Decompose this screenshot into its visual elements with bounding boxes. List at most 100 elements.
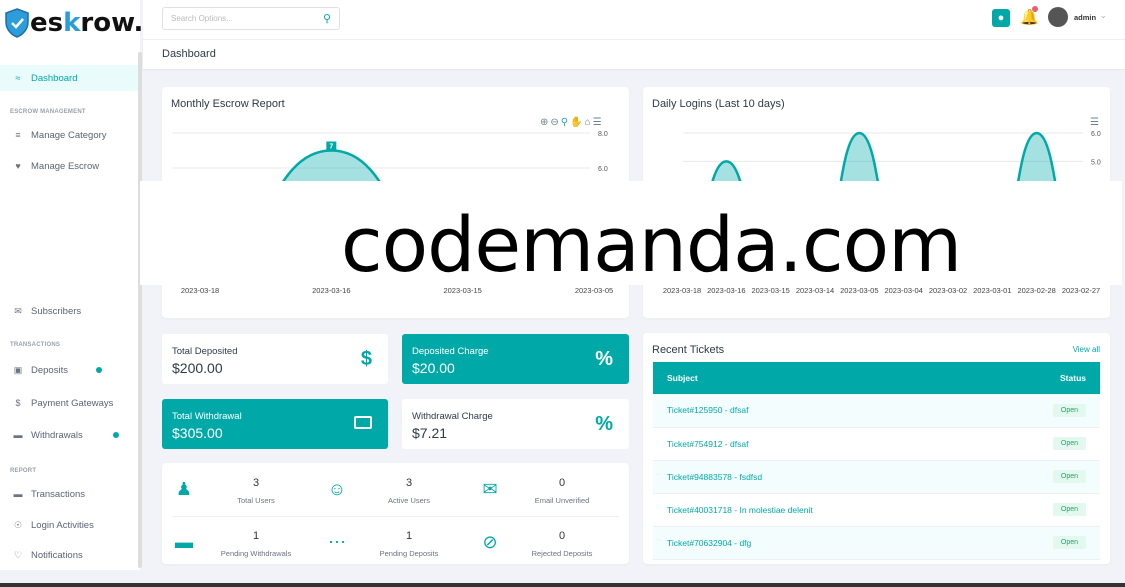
count-pending-withdrawals: ▬ 1 Pending Withdrawals — [175, 518, 334, 568]
stat-total-withdrawal: Total Withdrawal $305.00 — [162, 399, 388, 449]
ticket-subject[interactable]: Ticket#754912 - dfsaf — [653, 427, 977, 461]
sidebar-section-label: TRANSACTIONS — [10, 342, 61, 348]
card-icon: ▬ — [13, 430, 23, 440]
stat-value: $7.21 — [412, 425, 448, 441]
divider — [172, 516, 619, 517]
chevron-down-icon[interactable]: ⌄ — [1100, 11, 1107, 20]
stat-deposited-charge: Deposited Charge $20.00% — [402, 334, 629, 384]
status-badge: Open — [1052, 470, 1086, 483]
table-row[interactable]: Ticket#94883578 - fsdfsd Open — [653, 460, 1100, 494]
user-name[interactable]: admin — [1074, 13, 1096, 22]
table-row[interactable]: Ticket#40031718 - In molestiae delenit Op… — [653, 493, 1100, 527]
sidebar-item-label: Manage Escrow — [31, 160, 100, 172]
x-tick-label: 2023-02-27 — [1062, 286, 1100, 295]
shield-check-icon — [5, 8, 29, 38]
hand-dollar-icon: $ — [360, 348, 372, 370]
sidebar-item-transactions[interactable]: ▬ Transactions — [0, 481, 138, 507]
sidebar: es k row. ≈ Dashboard ESCROW MANAGEMENT ≡ Mana… — [0, 0, 143, 570]
avatar[interactable] — [1048, 7, 1068, 27]
sidebar-section-label: REPORT — [10, 468, 37, 474]
sidebar-item-subscribers[interactable]: ✉ Subscribers — [0, 298, 138, 324]
count-label: Pending Withdrawals — [220, 549, 292, 558]
count-pending-deposits: ⋯ 1 Pending Deposits — [328, 518, 487, 568]
sidebar-item-label: Dashboard — [31, 72, 78, 84]
count-label: Rejected Deposits — [531, 549, 593, 558]
x-tick-label: 2023-03-01 — [973, 286, 1011, 295]
ticket-subject[interactable]: Ticket#94883578 - fsdfsd — [653, 460, 977, 494]
percent-icon: % — [595, 348, 613, 370]
card-icon: ▬ — [13, 489, 23, 499]
table-row[interactable]: Ticket#125950 - dfsaf Open — [653, 394, 1100, 428]
sidebar-item-withdrawals[interactable]: ▬ Withdrawals — [0, 422, 138, 448]
sidebar-item-dashboard[interactable]: ≈ Dashboard — [0, 65, 138, 91]
count-value: 3 — [405, 477, 413, 489]
sidebar-item-deposits[interactable]: ▣ Deposits — [0, 357, 138, 383]
stat-label: Withdrawal Charge — [412, 411, 493, 422]
mail-icon: ✉ — [14, 305, 22, 316]
sidebar-item-label: Subscribers — [31, 305, 82, 317]
y-tick-label: 6.0 — [1091, 131, 1101, 138]
count-value: 3 — [252, 477, 260, 489]
table-row[interactable]: Ticket#754912 - dfsaf Open — [653, 427, 1100, 461]
count-value: 1 — [405, 530, 413, 542]
ticket-status-cell: Open — [976, 460, 1100, 494]
x-tick-label: 2023-03-18 — [181, 286, 219, 295]
table-row[interactable]: Ticket#70632904 - dfg Open — [653, 526, 1100, 560]
globe-icon[interactable]: ● — [992, 9, 1010, 27]
sidebar-item-label: Withdrawals — [31, 429, 83, 441]
stat-label: Deposited Charge — [412, 346, 489, 357]
count-email-unverified: ✉ 0 Email Unverified — [482, 465, 640, 515]
search-input[interactable]: Search Options... ⚲ — [162, 7, 340, 30]
status-dot — [113, 432, 119, 438]
count-rejected-deposits: ⊘ 0 Rejected Deposits — [482, 518, 640, 568]
wallet-icon: ▣ — [13, 364, 23, 375]
sidebar-item-payment-gateways[interactable]: $ Payment Gateways — [0, 390, 138, 416]
col-status: Status — [976, 362, 1100, 394]
sidebar-item-manage-escrow[interactable]: ♥ Manage Escrow — [0, 153, 138, 179]
sidebar-scrollbar[interactable] — [138, 52, 142, 568]
status-badge: Open — [1052, 503, 1086, 516]
topbar: Search Options... ⚲ ● 🔔 admin ⌄ — [143, 0, 1125, 40]
sidebar-item-manage-category[interactable]: ≡ Manage Category — [0, 122, 138, 148]
list-icon: ≡ — [15, 130, 21, 140]
login-icon: ☉ — [13, 519, 23, 530]
status-badge: Open — [1052, 437, 1086, 450]
brand-pre: es — [30, 8, 64, 38]
status-dot — [96, 367, 102, 373]
logo[interactable]: es k row. — [4, 8, 143, 38]
sidebar-item-label: Payment Gateways — [31, 397, 114, 409]
col-subject: Subject — [653, 362, 977, 394]
stat-value: $305.00 — [172, 425, 223, 441]
search-icon[interactable]: ⚲ — [323, 12, 331, 25]
sidebar-item-label: Deposits — [31, 364, 68, 376]
data-label: 7 — [329, 144, 333, 151]
stat-total-deposited: Total Deposited $200.00 $ — [162, 334, 388, 384]
brand-mid: k — [63, 8, 81, 38]
ticket-subject[interactable]: Ticket#125950 - dfsaf — [653, 394, 977, 428]
ticket-subject[interactable]: Ticket#40031718 - In molestiae delenit — [653, 493, 977, 527]
search-placeholder: Search Options... — [171, 14, 233, 23]
watermark: codemanda.com — [140, 181, 1122, 289]
count-label: Total Users — [237, 496, 275, 505]
count-active-users: ☺ 3 Active Users — [328, 465, 487, 515]
sidebar-item-label: Manage Category — [31, 129, 107, 141]
sidebar-item-notifications[interactable]: ♡ Notifications — [0, 542, 138, 568]
y-tick-label: 5.0 — [1091, 159, 1101, 166]
count-label: Active Users — [387, 496, 431, 505]
user-counts-card: ♟ 3 Total Users ☺ 3 Active Users ✉ 0 Email Unver… — [162, 463, 629, 564]
sidebar-item-login-activities[interactable]: ☉ Login Activities — [0, 512, 138, 538]
stat-value: $20.00 — [412, 360, 455, 376]
ticket-subject[interactable]: Ticket#70632904 - dfg — [653, 526, 977, 560]
brand-post: row. — [80, 8, 144, 38]
ticket-status-cell: Open — [976, 493, 1100, 527]
count-label: Pending Deposits — [379, 549, 439, 558]
x-tick-label: 2023-02-28 — [1017, 286, 1055, 295]
y-tick-label: 6.0 — [598, 166, 608, 173]
ticket-status-cell: Open — [976, 394, 1100, 428]
page-title: Dashboard — [143, 40, 1125, 69]
sidebar-section-label: ESCROW MANAGEMENT — [10, 109, 86, 115]
status-badge: Open — [1052, 403, 1086, 417]
view-all-link[interactable]: View all — [1073, 345, 1100, 354]
handshake-icon: ♥ — [15, 161, 21, 171]
status-badge: Open — [1052, 536, 1086, 549]
